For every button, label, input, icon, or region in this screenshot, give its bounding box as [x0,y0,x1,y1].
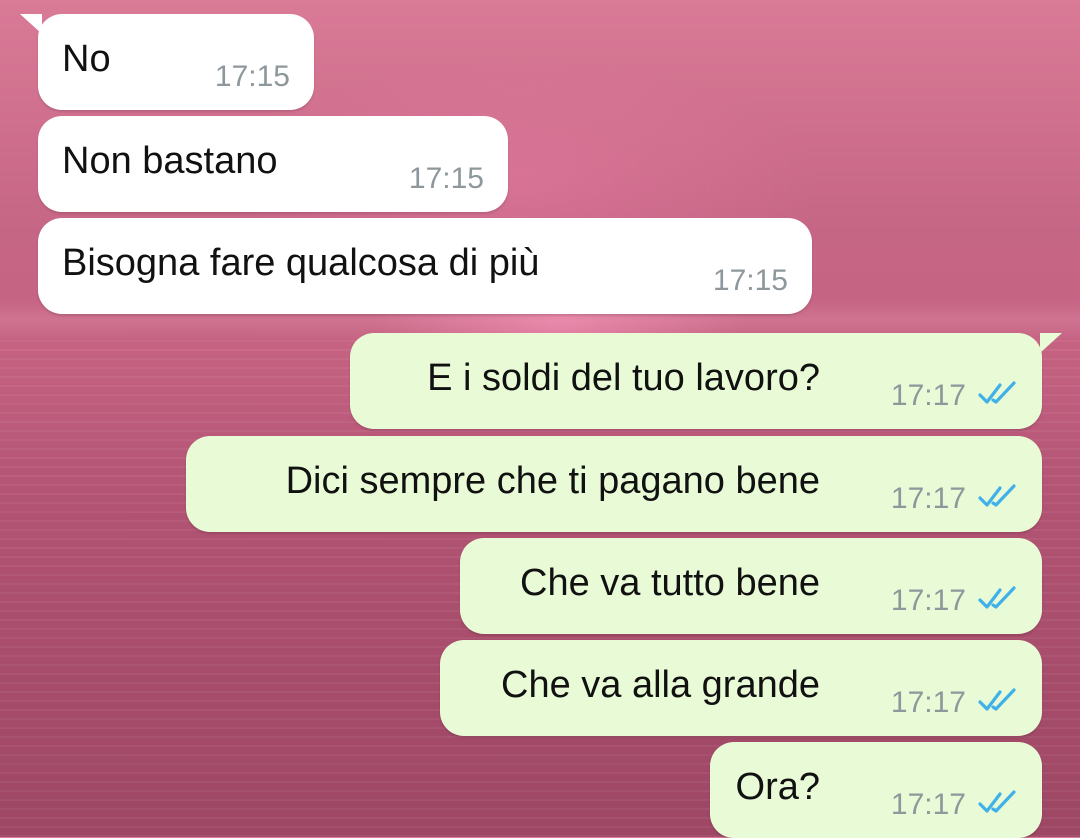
message-text: Che va tutto bene [520,562,820,604]
double-check-icon [978,381,1016,404]
message-timestamp: 17:17 [890,584,966,617]
message-text: Che va alla grande [501,664,820,706]
message-text: Non bastano [62,140,278,182]
message-text: No [62,38,111,80]
message-text: E i soldi del tuo lavoro? [427,357,820,399]
message-timestamp: 17:17 [890,482,966,515]
message-text: Ora? [735,766,820,808]
message-bubble-incoming[interactable]: Non bastano 17:15 [38,116,508,212]
double-check-icon [978,586,1016,609]
double-check-icon [978,484,1016,507]
message-text: Dici sempre che ti pagano bene [285,460,820,502]
message-timestamp: 17:17 [890,379,966,412]
message-timestamp: 17:15 [214,60,290,93]
message-timestamp: 17:17 [890,788,966,821]
message-bubble-outgoing[interactable]: Ora? 17:17 [710,742,1042,838]
message-text: Bisogna fare qualcosa di più [62,242,540,284]
message-timestamp: 17:15 [712,264,788,297]
double-check-icon [978,790,1016,813]
outgoing-bubble-tail [1040,333,1062,353]
double-check-icon [978,688,1016,711]
message-timestamp: 17:15 [408,162,484,195]
message-bubble-outgoing[interactable]: Che va alla grande 17:17 [440,640,1042,736]
message-bubble-incoming[interactable]: Bisogna fare qualcosa di più 17:15 [38,218,812,314]
message-bubble-outgoing[interactable]: Che va tutto bene 17:17 [460,538,1042,634]
message-bubble-outgoing[interactable]: E i soldi del tuo lavoro? 17:17 [350,333,1042,429]
message-timestamp: 17:17 [890,686,966,719]
message-bubble-incoming[interactable]: No 17:15 [38,14,314,110]
message-bubble-outgoing[interactable]: Dici sempre che ti pagano bene 17:17 [186,436,1042,532]
chat-screen: { "messages": { "incoming": [ {"text": "… [0,0,1080,838]
